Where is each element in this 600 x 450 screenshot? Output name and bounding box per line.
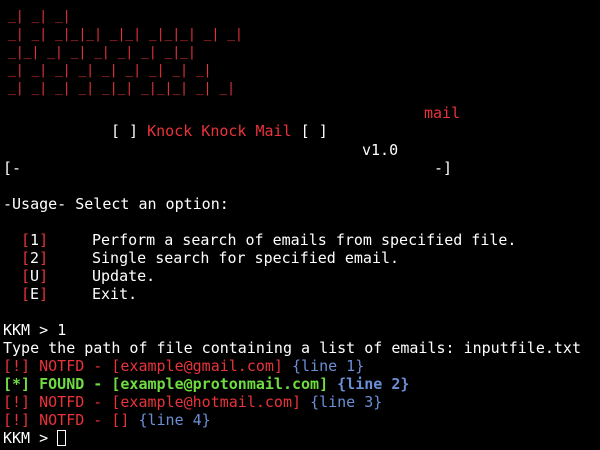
banner-subword: mail <box>424 104 460 118</box>
usage-heading: -Usage- Select an option: <box>3 195 229 213</box>
option-key: U <box>30 267 40 285</box>
line-number: {line 4} <box>138 411 211 429</box>
command-line-active[interactable]: KKM > <box>3 429 67 447</box>
result-row: [!] NOTFD - [] {line 4} <box>3 411 211 429</box>
app-title-line: [ ] Knock Knock Mail [ ] <box>111 122 328 140</box>
menu-option-exit-label: Exit. <box>92 285 138 303</box>
title-bracket-right: [ ] <box>291 122 328 140</box>
command-line-1: KKM > 1 <box>3 321 66 339</box>
option-key: 2 <box>30 249 40 267</box>
banner-art-row: _| _| _| _| _| _| _| _| _| <box>8 63 212 78</box>
user-input: 1 <box>57 321 67 339</box>
app-title: Knock Knock Mail <box>147 122 292 140</box>
line-number: {line 2} <box>337 375 410 393</box>
status-label: NOTFD <box>39 411 85 429</box>
status-label: FOUND <box>39 375 85 393</box>
email-address: [example@hotmail.com] <box>111 393 302 411</box>
file-path-question: Type the path of file containing a list … <box>3 339 581 357</box>
status-label: NOTFD <box>39 393 85 411</box>
menu-option-1[interactable]: [1] <box>21 231 48 249</box>
terminal-window[interactable]: _| _| _| _| _| _|_|_| _|_| _|_|_| _| _| … <box>0 0 600 450</box>
title-bracket-left: [ ] <box>111 122 148 140</box>
banner-art-row: _|_| _| _| _| _| _| _|_| <box>8 45 196 60</box>
result-row: [!] NOTFD - [example@gmail.com] {line 1} <box>3 357 365 375</box>
knock-ascii-banner: _| _| _| _| _| _|_|_| _|_| _|_|_| _| _| … <box>8 9 460 118</box>
banner-art-row: _| _| _|_|_| _|_| _|_|_| _| _| <box>8 27 243 42</box>
app-version: v1.0 <box>362 141 399 159</box>
banner-art-row: _| _| _| _| _|_| _|_|_| _| _| <box>8 81 235 96</box>
border-right: -] <box>434 159 453 177</box>
menu-option-2[interactable]: [2] <box>21 249 48 267</box>
email-address: [example@protonmail.com] <box>111 375 329 393</box>
option-key: 1 <box>30 231 40 249</box>
email-address: [example@gmail.com] <box>111 357 283 375</box>
status-label: NOTFD <box>39 357 85 375</box>
option-key: E <box>30 285 40 303</box>
terminal-cursor[interactable] <box>57 430 67 446</box>
prompt: KKM > <box>3 321 58 339</box>
menu-option-2-label: Single search for specified email. <box>92 249 400 267</box>
border-left: [- <box>3 159 22 177</box>
menu-option-exit[interactable]: [E] <box>21 285 48 303</box>
menu-option-1-label: Perform a search of emails from specifie… <box>92 231 517 249</box>
prompt: KKM > <box>3 429 58 447</box>
line-number: {line 1} <box>292 357 365 375</box>
banner-art-row: _| _| _| <box>8 9 71 24</box>
result-row: [!] NOTFD - [example@hotmail.com] {line … <box>3 393 383 411</box>
menu-option-update-label: Update. <box>92 267 156 285</box>
menu-option-update[interactable]: [U] <box>21 267 48 285</box>
email-address: [] <box>111 411 130 429</box>
line-number: {line 3} <box>310 393 383 411</box>
result-row: [*] FOUND - [example@protonmail.com] {li… <box>3 375 410 393</box>
